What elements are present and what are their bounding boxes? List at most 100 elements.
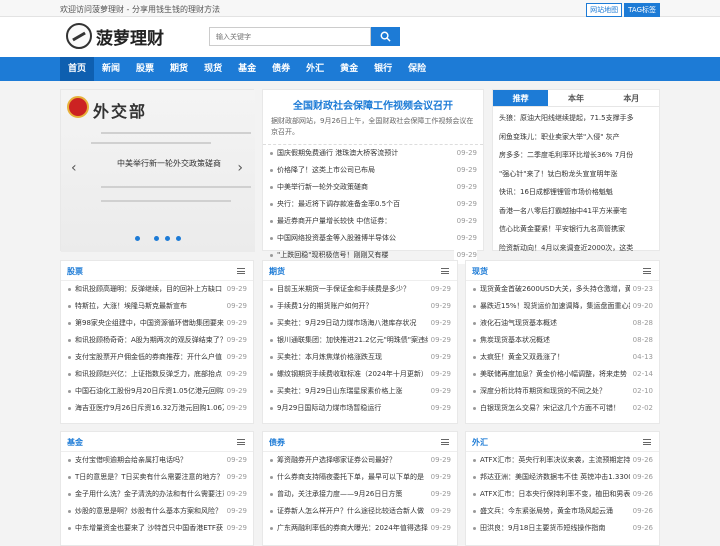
carousel-dot[interactable] [154,236,159,241]
article-link[interactable]: 支付宝借呗逾期会给亲属打电话吗？ [75,456,187,464]
list-item[interactable]: 央行：最近将下调存款准备金率0.5个百 09-29 [263,196,483,213]
list-item[interactable]: T日的意思是？T日买卖有什么需要注意的地方？ 09-29 [61,469,253,486]
list-item[interactable]: 曾动，关注承接力度——9月26日日方策 09-29 [263,486,457,503]
list-item[interactable]: 炒股的意思是啊？炒股有什么基本方案和风险？ 09-29 [61,503,253,520]
section-title[interactable]: 债券 [269,437,285,448]
nav-item-gold[interactable]: 黄金 [332,57,366,81]
menu-icon[interactable] [237,268,245,274]
ranking-item[interactable]: 险资新动向！4月以来调查近2000次，这类 [493,239,659,258]
list-item[interactable]: ATFX汇市：英央行利率决议来袭，主流预期定持 09-26 [466,452,659,469]
article-link[interactable]: 目前玉米期货一手保证金和手续费是多少？ [277,285,410,293]
carousel-dot[interactable] [165,236,170,241]
section-title[interactable]: 外汇 [472,437,488,448]
search-input[interactable] [209,27,371,46]
list-item[interactable]: 液化石油气现货基本概述 08-28 [466,315,659,332]
nav-item-bank[interactable]: 银行 [366,57,400,81]
carousel-dot[interactable] [135,236,140,241]
article-link[interactable]: 金子用什么洗？金子清洗的办法和有什么需要注意 [75,490,229,498]
article-link[interactable]: 暴跌近15%！现货运价加速调降，集运盘面重心持续 [480,302,643,310]
sitemap-link[interactable]: 网站地图 [586,3,623,17]
article-link[interactable]: 中国网络投资基金等入股雅博半导体公 [277,234,396,242]
nav-item-home[interactable]: 首页 [60,57,95,81]
article-link[interactable]: 和讯投顾高珊明：反弹继续，目的回补上方缺口 [75,285,222,293]
menu-icon[interactable] [643,439,651,445]
article-link[interactable]: ATFX汇市：英央行利率决议来袭，主流预期定持 [480,456,630,464]
article-link[interactable]: 筹资融券开户选择哪家证券公司最好？ [277,456,396,464]
list-item[interactable]: 和讯投顾杨奇奇：A股为期两次的观反弹结束了？ 09-29 [61,332,253,349]
menu-icon[interactable] [237,439,245,445]
nav-item-insurance[interactable]: 保险 [400,57,434,81]
nav-item-spot[interactable]: 现货 [196,57,230,81]
list-item[interactable]: 和讯投顾赵兴亿：上证指数反弹乏力，底部抬点 09-29 [61,366,253,383]
nav-item-bonds[interactable]: 债券 [264,57,298,81]
list-item[interactable]: 国庆假期免费通行 港珠澳大桥客流预计 09-29 [263,145,483,162]
article-link[interactable]: 第98家央企组建中，中国资源循环借助集团要来了 [75,319,231,327]
article-link[interactable]: 太疯狂！黄金又双叒涨了！ [480,353,564,361]
list-item[interactable]: 美联储再度加息？黄金价格小幅调整，将来走势 02-14 [466,366,659,383]
site-logo[interactable]: 菠萝理财 [66,23,164,49]
list-item[interactable]: 筹资融券开户选择哪家证券公司最好？ 09-29 [263,452,457,469]
ranking-item[interactable]: 闲鱼变珠儿：职业卖家大举"入侵" 灰产 [493,128,659,147]
list-item[interactable]: 广东两融利率低的券商大曝光：2024年值得选择的 09-29 [263,520,457,537]
article-link[interactable]: 证券新人怎么样开户？什么途径比较适合新人做 [277,507,424,515]
list-item[interactable]: 支付宝股票开户佣金低的券商推荐：开什么户值 09-29 [61,349,253,366]
menu-icon[interactable] [441,268,449,274]
list-item[interactable]: 现货黄金首破2600USD大关，多头持仓激增，黄金 09-23 [466,281,659,298]
ranking-item[interactable]: 快讯：16日成都锂锂管市场价格魁魁 [493,183,659,202]
article-link[interactable]: 国庆假期免费通行 港珠澳大桥客流预计 [277,149,398,157]
article-link[interactable]: 中国石油化工股份9月20日斥资1.05亿港元回购2323 [75,387,241,395]
article-link[interactable]: 价格降了！这类上市公司已布局 [277,166,375,174]
list-item[interactable]: 深度分析比特币期货和现货的不同之处？ 02-10 [466,383,659,400]
article-link[interactable]: 海吉亚医疗9月26日斥资16.32万港元回购1.06万股 [75,404,236,412]
tags-link[interactable]: TAG标签 [624,3,660,17]
list-item[interactable]: 中国网络投资基金等入股雅博半导体公 09-29 [263,230,483,247]
list-item[interactable]: 邦达亚洲：美国经济数据韦不佳 英镑冲击1.3300 09-26 [466,469,659,486]
list-item[interactable]: 金子用什么洗？金子清洗的办法和有什么需要注意 09-29 [61,486,253,503]
nav-item-stocks[interactable]: 股票 [128,57,162,81]
nav-item-news[interactable]: 新闻 [94,57,128,81]
list-item[interactable]: 9月29日国际动力煤市场暂稳运行 09-29 [263,400,457,417]
list-item[interactable]: 和讯投顾高珊明：反弹继续，目的回补上方缺口 09-29 [61,281,253,298]
list-item[interactable]: 白银现货怎么交易？宋记这几个方面不可错！ 02-02 [466,400,659,417]
article-link[interactable]: T日的意思是？T日买卖有什么需要注意的地方？ [75,473,224,481]
ranking-item[interactable]: 香港一名八零后打霸越抽中41平方米豪宅 [493,202,659,221]
article-link[interactable]: 深度分析比特币期货和现货的不同之处？ [480,387,606,395]
article-link[interactable]: 广东两融利率低的券商大曝光：2024年值得选择的 [277,524,435,532]
list-item[interactable]: 特斯拉，大涨！埃隆马斯克最新宣布 09-29 [61,298,253,315]
article-link[interactable]: 曾动，关注承接力度——9月26日日方策 [277,490,402,498]
article-link[interactable]: 什么券商支持隔夜委托下单，最早可以下单的是 [277,473,424,481]
article-link[interactable]: 央行：最近将下调存款准备金率0.5个百 [277,200,400,208]
next-arrow-icon[interactable]: › [237,160,243,176]
list-item[interactable]: ATFX汇市：日本央行保持利率不变，植田和男表 09-26 [466,486,659,503]
list-item[interactable]: 中国石油化工股份9月20日斥资1.05亿港元回购2323 09-29 [61,383,253,400]
list-item[interactable]: 什么券商支持隔夜委托下单，最早可以下单的是 09-29 [263,469,457,486]
list-item[interactable]: 螺纹钢期货手续费收取标准（2024年十月更新） 09-29 [263,366,457,383]
list-item[interactable]: 盛文兵：今东紧张局势，黄金市场风起云涌 09-26 [466,503,659,520]
section-title[interactable]: 期货 [269,266,285,277]
article-link[interactable]: ATFX汇市：日本央行保持利率不变，植田和男表 [480,490,630,498]
list-item[interactable]: 银川通联集团：加快推进21.2亿元"明珠债"案违约 09-29 [263,332,457,349]
list-item[interactable]: 中东增量资金也要来了 沙特首只中国香港ETF获 09-29 [61,520,253,537]
list-item[interactable]: 手续费1分的期货账户如何开？ 09-29 [263,298,457,315]
prev-arrow-icon[interactable]: ‹ [71,160,77,176]
list-item[interactable]: 暴跌近15%！现货运价加速调降，集运盘面重心持续 09-20 [466,298,659,315]
list-item[interactable]: 目前玉米期货一手保证金和手续费是多少？ 09-29 [263,281,457,298]
list-item[interactable]: 买卖社：本月炼焦煤价格涨跌互现 09-29 [263,349,457,366]
ranking-item[interactable]: 头狼：原油大阳线继续提起，71.5支撑手多 [493,109,659,128]
nav-item-forex[interactable]: 外汇 [298,57,332,81]
article-link[interactable]: 中美举行新一轮外交政策磋商 [277,183,368,191]
list-item[interactable]: 支付宝借呗逾期会给亲属打电话吗？ 09-29 [61,452,253,469]
menu-icon[interactable] [643,268,651,274]
article-link[interactable]: 特斯拉，大涨！埃隆马斯克最新宣布 [75,302,187,310]
article-link[interactable]: 最近券商开户量增长较快 中信证券： [277,217,391,225]
article-link[interactable]: 螺纹钢期货手续费收取标准（2024年十月更新） [277,370,428,378]
ranking-item[interactable]: 房多多：二季度毛利率环比增长36% 7月份 [493,146,659,165]
article-link[interactable]: 炒股的意思是啊？炒股有什么基本方案和风险？ [75,507,222,515]
article-link[interactable]: 银川通联集团：加快推进21.2亿元"明珠债"案违约 [277,336,432,344]
article-link[interactable]: "上跌回稳"现积极信号！刚刚又有楼 [277,251,388,259]
article-link[interactable]: 白银现货怎么交易？宋记这几个方面不可错！ [480,404,620,412]
article-link[interactable]: 焦炭现货基本状况概述 [480,336,550,344]
list-item[interactable]: 太疯狂！黄金又双叒涨了！ 04-13 [466,349,659,366]
ranking-item[interactable]: 信心比黄金要紧！平安银行九名高管携家 [493,220,659,239]
tab-recommended[interactable]: 推荐 [493,90,549,106]
